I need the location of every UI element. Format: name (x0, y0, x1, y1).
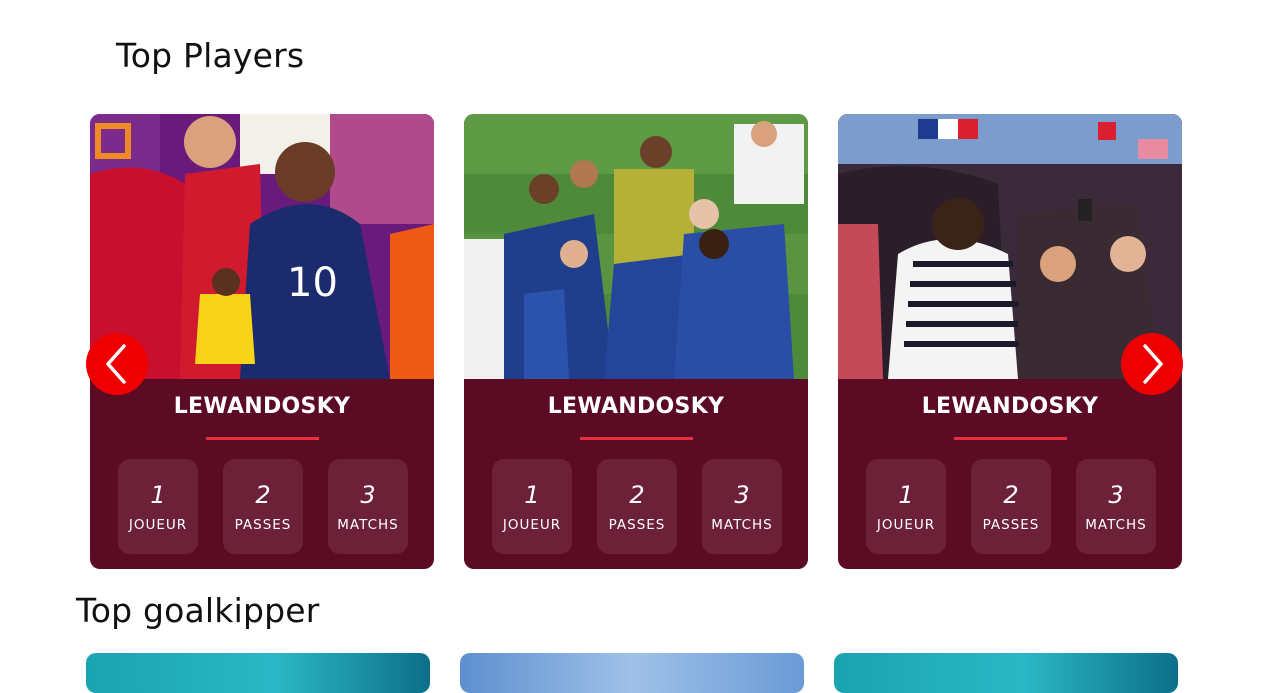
name-underline (580, 437, 693, 440)
player-stats: 1 JOUEUR 2 PASSES 3 MATCHS (118, 459, 408, 555)
stat-box-joueur: 1 JOUEUR (492, 459, 572, 554)
goalkeeper-card[interactable] (460, 653, 804, 693)
player-card-image: 10 (90, 114, 434, 379)
stat-box-joueur: 1 JOUEUR (866, 459, 946, 554)
stat-value: 1 (150, 481, 166, 509)
stat-label: JOUEUR (876, 517, 936, 533)
player-card-image (464, 114, 808, 379)
goalkeeper-card[interactable] (834, 653, 1178, 693)
section-title-top-players: Top Players (116, 36, 305, 75)
carousel-prev-button[interactable] (86, 333, 148, 395)
stat-value: 3 (360, 481, 376, 509)
player-stats: 1 JOUEUR 2 PASSES 3 MATCHS (866, 459, 1156, 555)
stat-value: 3 (1108, 481, 1124, 509)
stat-value: 3 (734, 481, 750, 509)
stat-value: 1 (524, 481, 540, 509)
stat-label: JOUEUR (502, 517, 562, 533)
stat-value: 2 (255, 481, 271, 509)
stat-box-matchs: 3 MATCHS (328, 459, 408, 554)
stat-box-matchs: 3 MATCHS (1076, 459, 1156, 554)
player-card[interactable]: LEWANDOSKY 1 JOUEUR 2 PASSES 3 MATCHS (464, 114, 808, 569)
player-stats: 1 JOUEUR 2 PASSES 3 MATCHS (492, 459, 782, 555)
stat-label: PASSES (608, 517, 666, 533)
name-underline (206, 437, 319, 440)
stat-value: 1 (898, 481, 914, 509)
name-underline (954, 437, 1067, 440)
stat-label: PASSES (982, 517, 1040, 533)
stat-label: JOUEUR (128, 517, 188, 533)
carousel-next-button[interactable] (1121, 333, 1183, 395)
player-name: LEWANDOSKY (921, 394, 1099, 419)
player-card[interactable]: 10 LEWANDOSKY 1 JOUEUR 2 PASSES 3 MATCHS (90, 114, 434, 569)
player-card-image (838, 114, 1182, 379)
stat-value: 2 (1003, 481, 1019, 509)
chevron-left-icon (106, 344, 126, 384)
stat-label: PASSES (234, 517, 292, 533)
chevron-right-icon (1143, 344, 1163, 384)
svg-text:10: 10 (287, 260, 338, 306)
player-name: LEWANDOSKY (547, 394, 725, 419)
stat-box-passes: 2 PASSES (971, 459, 1051, 554)
stat-box-joueur: 1 JOUEUR (118, 459, 198, 554)
stat-label: MATCHS (337, 517, 399, 533)
stat-label: MATCHS (1085, 517, 1147, 533)
stat-box-passes: 2 PASSES (597, 459, 677, 554)
goalkeeper-carousel (86, 653, 1178, 693)
stat-value: 2 (629, 481, 645, 509)
stat-box-passes: 2 PASSES (223, 459, 303, 554)
stat-label: MATCHS (711, 517, 773, 533)
player-name: LEWANDOSKY (173, 394, 351, 419)
players-carousel: 10 LEWANDOSKY 1 JOUEUR 2 PASSES 3 MATCHS (90, 114, 1182, 569)
goalkeeper-card[interactable] (86, 653, 430, 693)
stat-box-matchs: 3 MATCHS (702, 459, 782, 554)
section-title-top-goalkeeper: Top goalkipper (76, 591, 320, 630)
